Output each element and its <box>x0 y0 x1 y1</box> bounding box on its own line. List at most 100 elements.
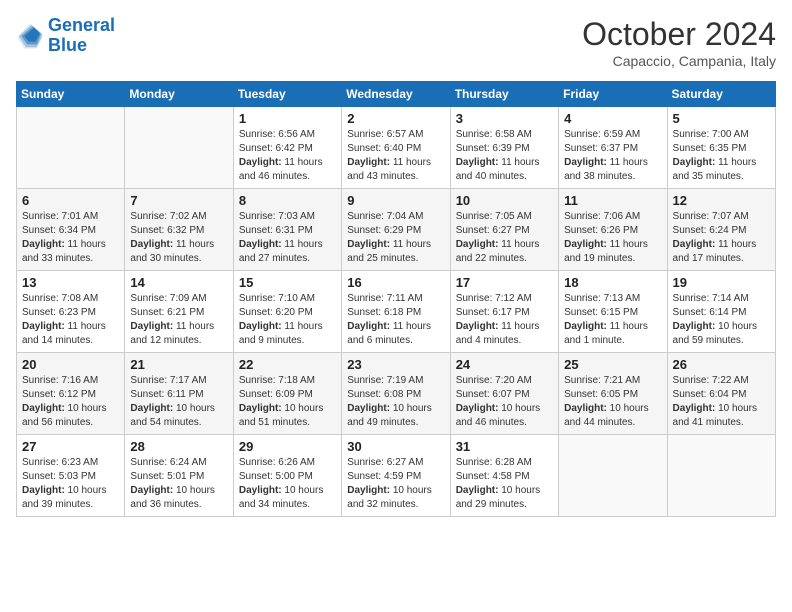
calendar-week-1: 1Sunrise: 6:56 AMSunset: 6:42 PMDaylight… <box>17 107 776 189</box>
day-info: Sunrise: 7:12 AMSunset: 6:17 PMDaylight:… <box>456 292 553 348</box>
calendar-body: 1Sunrise: 6:56 AMSunset: 6:42 PMDaylight… <box>17 107 776 517</box>
day-number: 14 <box>130 275 227 290</box>
day-number: 17 <box>456 275 553 290</box>
calendar-cell <box>17 107 125 189</box>
calendar-cell: 7 Sunrise: 7:02 AMSunset: 6:32 PMDaylight… <box>125 189 233 271</box>
col-saturday: Saturday <box>667 82 775 107</box>
day-number: 8 <box>239 193 336 208</box>
calendar-cell: 11 Sunrise: 7:06 AMSunset: 6:26 PMDayligh… <box>559 189 667 271</box>
calendar-cell: 27 Sunrise: 6:23 AMSunset: 5:03 PMDayligh… <box>17 435 125 517</box>
day-number: 4 <box>564 111 661 126</box>
day-number: 3 <box>456 111 553 126</box>
calendar-cell: 21 Sunrise: 7:17 AMSunset: 6:11 PMDayligh… <box>125 353 233 435</box>
day-info: Sunrise: 6:26 AMSunset: 5:00 PMDaylight:… <box>239 456 336 512</box>
calendar-cell: 13 Sunrise: 7:08 AMSunset: 6:23 PMDayligh… <box>17 271 125 353</box>
col-wednesday: Wednesday <box>342 82 450 107</box>
calendar-cell: 9 Sunrise: 7:04 AMSunset: 6:29 PMDaylight… <box>342 189 450 271</box>
day-info: Sunrise: 7:03 AMSunset: 6:31 PMDaylight:… <box>239 210 336 266</box>
day-number: 29 <box>239 439 336 454</box>
calendar-cell: 4Sunrise: 6:59 AMSunset: 6:37 PMDaylight… <box>559 107 667 189</box>
col-monday: Monday <box>125 82 233 107</box>
day-info: Sunrise: 7:18 AMSunset: 6:09 PMDaylight:… <box>239 374 336 430</box>
col-sunday: Sunday <box>17 82 125 107</box>
day-info: Sunrise: 7:11 AMSunset: 6:18 PMDaylight:… <box>347 292 444 348</box>
calendar-cell: 10 Sunrise: 7:05 AMSunset: 6:27 PMDayligh… <box>450 189 558 271</box>
day-info: Sunrise: 7:05 AMSunset: 6:27 PMDaylight:… <box>456 210 553 266</box>
calendar-week-3: 13 Sunrise: 7:08 AMSunset: 6:23 PMDayligh… <box>17 271 776 353</box>
day-number: 30 <box>347 439 444 454</box>
day-info: Sunrise: 7:16 AMSunset: 6:12 PMDaylight:… <box>22 374 119 430</box>
day-number: 13 <box>22 275 119 290</box>
day-number: 23 <box>347 357 444 372</box>
col-friday: Friday <box>559 82 667 107</box>
day-number: 5 <box>673 111 770 126</box>
calendar-cell: 25 Sunrise: 7:21 AMSunset: 6:05 PMDayligh… <box>559 353 667 435</box>
calendar-cell: 20 Sunrise: 7:16 AMSunset: 6:12 PMDayligh… <box>17 353 125 435</box>
day-number: 7 <box>130 193 227 208</box>
day-number: 12 <box>673 193 770 208</box>
calendar-week-2: 6 Sunrise: 7:01 AMSunset: 6:34 PMDaylight… <box>17 189 776 271</box>
day-number: 20 <box>22 357 119 372</box>
day-info: Sunrise: 6:24 AMSunset: 5:01 PMDaylight:… <box>130 456 227 512</box>
day-number: 16 <box>347 275 444 290</box>
day-info: Sunrise: 7:13 AMSunset: 6:15 PMDaylight:… <box>564 292 661 348</box>
day-info: Sunrise: 7:10 AMSunset: 6:20 PMDaylight:… <box>239 292 336 348</box>
col-thursday: Thursday <box>450 82 558 107</box>
calendar-week-5: 27 Sunrise: 6:23 AMSunset: 5:03 PMDayligh… <box>17 435 776 517</box>
col-tuesday: Tuesday <box>233 82 341 107</box>
day-number: 2 <box>347 111 444 126</box>
day-info: Sunrise: 7:02 AMSunset: 6:32 PMDaylight:… <box>130 210 227 266</box>
calendar-cell: 23 Sunrise: 7:19 AMSunset: 6:08 PMDayligh… <box>342 353 450 435</box>
logo: GeneralBlue <box>16 16 115 56</box>
title-block: October 2024 Capaccio, Campania, Italy <box>582 16 776 69</box>
calendar-cell: 16 Sunrise: 7:11 AMSunset: 6:18 PMDayligh… <box>342 271 450 353</box>
day-info: Sunrise: 7:19 AMSunset: 6:08 PMDaylight:… <box>347 374 444 430</box>
day-number: 6 <box>22 193 119 208</box>
calendar-cell: 12Sunrise: 7:07 AMSunset: 6:24 PMDayligh… <box>667 189 775 271</box>
day-info: Sunrise: 7:08 AMSunset: 6:23 PMDaylight:… <box>22 292 119 348</box>
day-number: 15 <box>239 275 336 290</box>
calendar-cell <box>559 435 667 517</box>
day-number: 11 <box>564 193 661 208</box>
calendar-cell: 19Sunrise: 7:14 AMSunset: 6:14 PMDayligh… <box>667 271 775 353</box>
calendar-cell: 29 Sunrise: 6:26 AMSunset: 5:00 PMDayligh… <box>233 435 341 517</box>
day-info: Sunrise: 6:23 AMSunset: 5:03 PMDaylight:… <box>22 456 119 512</box>
day-number: 19 <box>673 275 770 290</box>
calendar-cell <box>667 435 775 517</box>
day-info: Sunrise: 7:06 AMSunset: 6:26 PMDaylight:… <box>564 210 661 266</box>
day-info: Sunrise: 7:22 AMSunset: 6:04 PMDaylight:… <box>673 374 770 430</box>
day-number: 25 <box>564 357 661 372</box>
day-info: Sunrise: 7:17 AMSunset: 6:11 PMDaylight:… <box>130 374 227 430</box>
logo-icon <box>16 22 44 50</box>
calendar-cell: 8 Sunrise: 7:03 AMSunset: 6:31 PMDaylight… <box>233 189 341 271</box>
header-row: Sunday Monday Tuesday Wednesday Thursday… <box>17 82 776 107</box>
day-number: 10 <box>456 193 553 208</box>
day-number: 27 <box>22 439 119 454</box>
calendar-cell <box>125 107 233 189</box>
calendar-cell: 24Sunrise: 7:20 AMSunset: 6:07 PMDayligh… <box>450 353 558 435</box>
day-number: 31 <box>456 439 553 454</box>
calendar-cell: 6 Sunrise: 7:01 AMSunset: 6:34 PMDaylight… <box>17 189 125 271</box>
calendar-cell: 2Sunrise: 6:57 AMSunset: 6:40 PMDaylight… <box>342 107 450 189</box>
calendar-cell: 26 Sunrise: 7:22 AMSunset: 6:04 PMDayligh… <box>667 353 775 435</box>
logo-text-block: GeneralBlue <box>48 16 115 56</box>
day-number: 18 <box>564 275 661 290</box>
day-info: Sunrise: 6:58 AMSunset: 6:39 PMDaylight:… <box>456 128 553 184</box>
day-number: 21 <box>130 357 227 372</box>
day-info: Sunrise: 7:21 AMSunset: 6:05 PMDaylight:… <box>564 374 661 430</box>
logo-text: GeneralBlue <box>48 16 115 56</box>
calendar-cell: 15 Sunrise: 7:10 AMSunset: 6:20 PMDayligh… <box>233 271 341 353</box>
day-number: 26 <box>673 357 770 372</box>
day-number: 9 <box>347 193 444 208</box>
day-info: Sunrise: 7:09 AMSunset: 6:21 PMDaylight:… <box>130 292 227 348</box>
day-number: 22 <box>239 357 336 372</box>
day-number: 1 <box>239 111 336 126</box>
calendar: Sunday Monday Tuesday Wednesday Thursday… <box>16 81 776 517</box>
day-info: Sunrise: 6:27 AMSunset: 4:59 PMDaylight:… <box>347 456 444 512</box>
day-info: Sunrise: 7:01 AMSunset: 6:34 PMDaylight:… <box>22 210 119 266</box>
day-info: Sunrise: 7:00 AMSunset: 6:35 PMDaylight:… <box>673 128 770 184</box>
calendar-cell: 22 Sunrise: 7:18 AMSunset: 6:09 PMDayligh… <box>233 353 341 435</box>
day-info: Sunrise: 7:04 AMSunset: 6:29 PMDaylight:… <box>347 210 444 266</box>
calendar-cell: 31Sunrise: 6:28 AMSunset: 4:58 PMDayligh… <box>450 435 558 517</box>
day-number: 28 <box>130 439 227 454</box>
